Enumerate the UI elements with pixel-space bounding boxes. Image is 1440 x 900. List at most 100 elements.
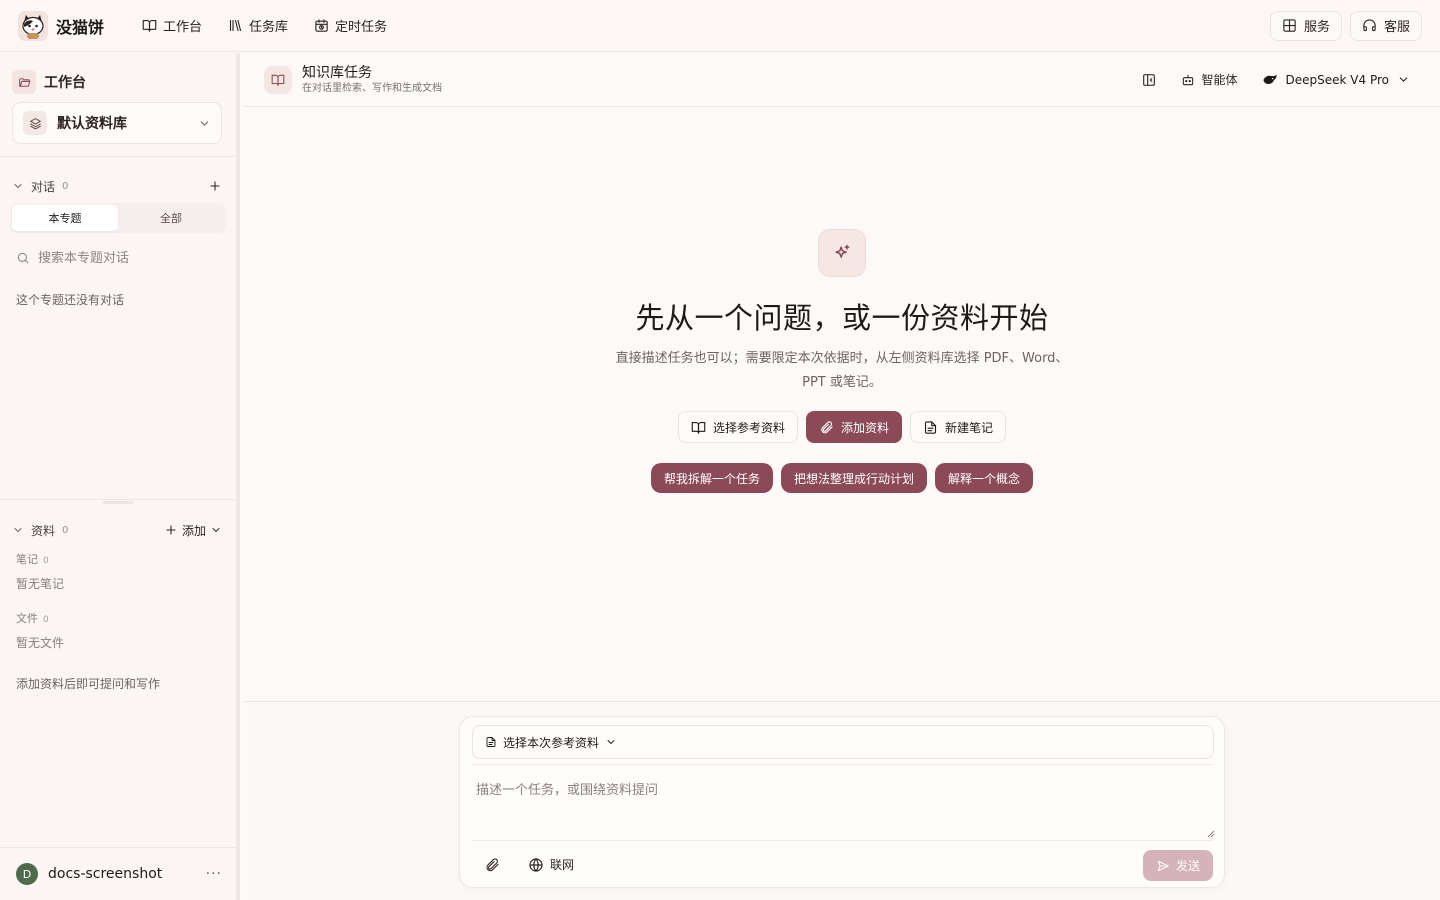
files-count: 0 xyxy=(43,615,49,625)
files-empty-text: 暂无文件 xyxy=(16,636,65,650)
conversations-count: 0 xyxy=(62,180,69,192)
agent-button[interactable]: 智能体 xyxy=(1181,71,1238,88)
sidebar: 工作台 默认资料库 对话 0 本专题 全部 这个专题还没有对话 资料 0 xyxy=(0,53,240,900)
web-search-label: 联网 xyxy=(550,858,575,872)
hero-title: 先从一个问题，或一份资料开始 xyxy=(635,301,1049,335)
knowledge-base-label: 默认资料库 xyxy=(57,116,127,132)
send-label: 发送 xyxy=(1175,859,1200,873)
files-label: 文件 0 xyxy=(0,610,236,626)
web-search-toggle[interactable]: 联网 xyxy=(528,856,574,873)
add-material-primary-label: 添加资料 xyxy=(840,420,889,435)
paperclip-icon xyxy=(819,420,834,435)
services-button[interactable]: 服务 xyxy=(1269,10,1342,41)
chevron-down-icon xyxy=(210,524,222,536)
bot-icon xyxy=(1181,73,1195,87)
materials-panel: 资料 0 添加 笔记 0 暂无笔记 文件 0 暂无文件 添加资料后即可提问和写作 xyxy=(0,513,236,692)
select-reference-label: 选择参考资料 xyxy=(712,420,785,435)
brand-name: 没猫饼 xyxy=(56,17,105,37)
main-header-text: 知识库任务 在对话里检索、写作和生成文档 xyxy=(302,65,442,95)
agent-label: 智能体 xyxy=(1201,73,1238,87)
globe-icon xyxy=(528,857,544,873)
prompt-input[interactable] xyxy=(472,773,1218,839)
composer-zone: 选择本次参考资料 联网 发送 xyxy=(244,701,1440,900)
composer: 选择本次参考资料 联网 发送 xyxy=(459,716,1225,888)
main-header-actions: 智能体 DeepSeek V4 Pro xyxy=(1141,71,1410,88)
reference-select[interactable]: 选择本次参考资料 xyxy=(472,725,1214,759)
reference-select-label: 选择本次参考资料 xyxy=(503,735,600,750)
notes-empty-text: 暂无笔记 xyxy=(16,577,65,591)
folder-open-icon xyxy=(12,70,36,94)
search-input[interactable] xyxy=(38,250,218,266)
chevron-down-icon xyxy=(12,180,24,192)
materials-hint: 添加资料后即可提问和写作 xyxy=(16,677,161,691)
suggestion-chip[interactable]: 帮我拆解一个任务 xyxy=(650,463,773,493)
layers-icon xyxy=(23,111,47,135)
toggle-panel-button[interactable] xyxy=(1141,72,1157,88)
resize-handle[interactable] xyxy=(103,501,133,504)
tab-current-topic[interactable]: 本专题 xyxy=(12,205,118,231)
nav-item-label: 工作台 xyxy=(163,20,203,35)
knowledge-base-select[interactable]: 默认资料库 xyxy=(12,102,222,144)
tab-all[interactable]: 全部 xyxy=(118,205,224,231)
chevron-down-icon xyxy=(605,736,617,748)
nav-item-task-library[interactable]: 任务库 xyxy=(218,10,298,41)
materials-count: 0 xyxy=(62,524,69,536)
resize-grip-icon[interactable] xyxy=(1207,830,1215,838)
headset-icon xyxy=(1362,18,1377,33)
add-material-primary-button[interactable]: 添加资料 xyxy=(805,411,902,443)
new-note-label: 新建笔记 xyxy=(945,420,994,435)
cat-logo-icon xyxy=(18,10,48,41)
new-note-button[interactable]: 新建笔记 xyxy=(910,411,1007,443)
new-conversation-button[interactable] xyxy=(208,179,222,193)
book-open-icon xyxy=(142,18,157,33)
materials-title: 资料 xyxy=(31,523,56,538)
attach-button[interactable] xyxy=(484,857,500,873)
hero-description: 直接描述任务也可以；需要限定本次依据时，从左侧资料库选择 PDF、Word、PP… xyxy=(615,351,1069,390)
divider xyxy=(0,156,236,157)
page-subtitle: 在对话里检索、写作和生成文档 xyxy=(302,82,442,94)
nav-item-label: 任务库 xyxy=(249,20,289,35)
library-icon xyxy=(228,18,243,33)
suggestion-chip[interactable]: 解释一个概念 xyxy=(935,463,1034,493)
files-title: 文件 xyxy=(16,612,38,625)
hero-actions: 选择参考资料 添加资料 新建笔记 xyxy=(677,411,1007,443)
main-header: 知识库任务 在对话里检索、写作和生成文档 智能体 DeepSeek V4 Pro xyxy=(244,53,1440,107)
plus-icon xyxy=(164,523,178,537)
conversation-scope-tabs: 本专题 全部 xyxy=(10,203,226,233)
file-text-icon xyxy=(923,420,938,435)
conversations-section-header[interactable]: 对话 0 xyxy=(0,169,236,203)
send-button[interactable]: 发送 xyxy=(1143,850,1213,881)
select-reference-button[interactable]: 选择参考资料 xyxy=(677,411,798,443)
model-select[interactable]: DeepSeek V4 Pro xyxy=(1262,73,1410,87)
conversation-search xyxy=(16,247,224,269)
divider xyxy=(0,499,236,500)
search-icon xyxy=(16,251,30,265)
empty-state-hero: 先从一个问题，或一份资料开始 直接描述任务也可以；需要限定本次依据时，从左侧资料… xyxy=(244,229,1440,493)
main-nav: 工作台 任务库 定时任务 xyxy=(132,10,403,41)
nav-item-workbench[interactable]: 工作台 xyxy=(132,10,212,41)
sidebar-title: 工作台 xyxy=(44,75,86,91)
panel-toggle-icon xyxy=(1142,73,1155,86)
chevron-down-icon xyxy=(1397,73,1410,86)
support-button[interactable]: 客服 xyxy=(1349,10,1422,41)
avatar: D xyxy=(16,863,38,885)
nav-item-scheduled-tasks[interactable]: 定时任务 xyxy=(304,10,397,41)
add-material-button[interactable]: 添加 xyxy=(164,522,222,539)
model-label: DeepSeek V4 Pro xyxy=(1285,72,1389,87)
book-open-icon xyxy=(264,65,292,94)
chevron-down-icon xyxy=(12,524,24,536)
top-nav: 没猫饼 工作台 任务库 定时任务 服务 客服 xyxy=(0,0,1440,52)
suggestion-chips: 帮我拆解一个任务 把想法整理成行动计划 解释一个概念 xyxy=(650,463,1034,493)
user-profile[interactable]: D docs-screenshot ··· xyxy=(0,847,236,900)
support-label: 客服 xyxy=(1383,20,1410,35)
notes-label: 笔记 0 xyxy=(0,551,236,567)
suggestion-chip[interactable]: 把想法整理成行动计划 xyxy=(780,463,927,493)
conversations-title: 对话 xyxy=(31,179,56,194)
book-open-icon xyxy=(691,420,706,435)
sidebar-header: 工作台 xyxy=(0,53,236,95)
nav-item-label: 定时任务 xyxy=(335,20,388,35)
materials-section-header[interactable]: 资料 0 添加 xyxy=(0,513,236,547)
brand[interactable]: 没猫饼 xyxy=(18,10,105,41)
more-options-button[interactable]: ··· xyxy=(206,866,222,882)
services-label: 服务 xyxy=(1303,20,1330,35)
